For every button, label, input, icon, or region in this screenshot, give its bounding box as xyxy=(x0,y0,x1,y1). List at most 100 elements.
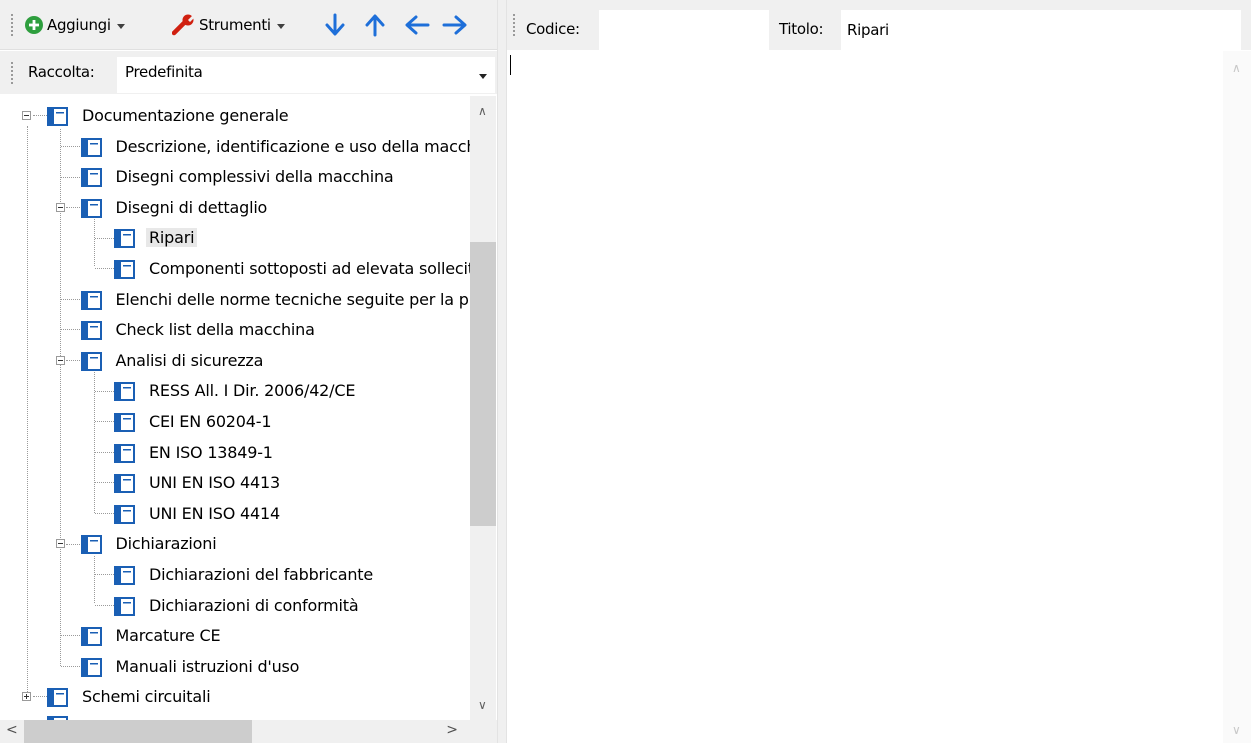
tree-node-label: Descrizione, identificazione e uso della… xyxy=(115,136,471,156)
title-input[interactable] xyxy=(841,10,1241,50)
chevron-down-icon xyxy=(276,23,285,29)
tree-node-label: CEI EN 60204-1 xyxy=(149,412,272,431)
move-left-button[interactable] xyxy=(404,0,430,50)
tree-node[interactable]: Manuali istruzioni d'uso xyxy=(0,652,470,682)
tree-node-label: Check list della macchina xyxy=(115,320,315,340)
tree-node[interactable]: Dichiarazioni xyxy=(0,529,470,559)
move-down-button[interactable] xyxy=(324,0,346,50)
document-header-bar: Codice: Titolo: xyxy=(507,0,1251,50)
tree-node[interactable]: Disegni complessivi della macchina xyxy=(0,162,470,192)
document-node-icon xyxy=(47,107,68,126)
tree-node-label: Dichiarazioni del fabbricante xyxy=(149,565,374,584)
tree-node-label: Analisi di sicurezza xyxy=(115,350,264,370)
scroll-left-arrow-icon[interactable]: < xyxy=(6,722,18,738)
tools-label: Strumenti xyxy=(199,16,271,34)
chevron-down-icon xyxy=(116,23,125,29)
tree-horizontal-scrollbar[interactable]: < > xyxy=(0,720,470,743)
scroll-up-arrow-icon[interactable]: ∧ xyxy=(1232,61,1241,75)
tree-vertical-scrollbar[interactable]: ∧ ∨ xyxy=(470,96,496,720)
tree-node-label: Ripari xyxy=(146,228,198,248)
collection-label: Raccolta: xyxy=(28,63,95,81)
tree-horizontal-scroll-thumb[interactable] xyxy=(24,720,252,743)
tree-node-label: Disegni di dettaglio xyxy=(115,197,268,217)
tree-node[interactable]: EN ISO 13849-1 xyxy=(0,438,470,468)
collapse-toggle[interactable] xyxy=(55,539,65,549)
wrench-icon xyxy=(172,14,196,36)
document-node-icon xyxy=(114,229,135,249)
add-label: Aggiungi xyxy=(47,16,111,34)
right-panel: Codice: Titolo: ∧ ∨ xyxy=(507,0,1251,743)
tree-node[interactable]: Marcature CE xyxy=(0,621,470,651)
document-node-icon xyxy=(80,290,102,310)
collapse-toggle[interactable] xyxy=(22,111,31,120)
tree-node-label: Documentazione generale xyxy=(82,106,289,125)
chevron-down-icon[interactable] xyxy=(479,74,487,79)
document-editor[interactable] xyxy=(507,51,1223,743)
scroll-up-arrow-icon[interactable]: ∧ xyxy=(478,104,487,118)
document-node-icon xyxy=(80,657,102,677)
editor-vertical-scrollbar[interactable]: ∧ ∨ xyxy=(1223,51,1251,743)
code-label: Codice: xyxy=(526,20,580,38)
tree-node-label: RESS All. I Dir. 2006/42/CE xyxy=(149,381,356,401)
document-node-icon xyxy=(80,168,102,188)
tree-node[interactable]: Schemi circuitali xyxy=(0,682,470,712)
document-node-icon xyxy=(80,535,102,555)
tree-node-label: UNI EN ISO 4414 xyxy=(149,503,280,523)
tree-node[interactable]: Documentazione generale xyxy=(0,101,470,131)
tree-node-label: Manuali istruzioni d'uso xyxy=(115,656,300,676)
tools-dropdown-button[interactable]: Strumenti xyxy=(172,0,285,50)
collection-select[interactable]: Predefinita xyxy=(117,57,495,93)
text-caret xyxy=(510,55,511,75)
document-node-icon xyxy=(80,351,102,371)
document-node-icon xyxy=(114,596,135,616)
plus-circle-icon xyxy=(25,16,43,34)
scroll-down-arrow-icon[interactable]: ∨ xyxy=(1232,723,1241,737)
tree-node[interactable]: RESS All. I Dir. 2006/42/CE xyxy=(0,376,470,406)
move-right-button[interactable] xyxy=(442,0,468,50)
tree-node-label: Disegni complessivi della macchina xyxy=(115,167,394,187)
document-node-icon xyxy=(80,321,102,341)
collapse-toggle[interactable] xyxy=(55,202,65,212)
tree-node-label: UNI EN ISO 4413 xyxy=(149,473,280,493)
document-tree[interactable]: Documentazione generale Descrizione, ide… xyxy=(0,96,497,743)
document-node-icon xyxy=(114,382,135,402)
collection-bar: Raccolta: Predefinita xyxy=(0,51,497,94)
tree-node[interactable]: CEI EN 60204-1 xyxy=(0,407,470,437)
add-dropdown-button[interactable]: Aggiungi xyxy=(24,0,125,50)
tree-node[interactable]: Analisi di sicurezza xyxy=(0,346,470,376)
collection-value: Predefinita xyxy=(125,63,203,81)
scrollbar-corner xyxy=(470,720,497,743)
document-node-icon xyxy=(80,198,102,218)
tree-node[interactable]: Check list della macchina xyxy=(0,315,470,345)
tree-node[interactable]: UNI EN ISO 4414 xyxy=(0,499,470,529)
code-input[interactable] xyxy=(599,10,769,50)
tree-node[interactable]: Elenchi delle norme tecniche seguite per… xyxy=(0,285,470,315)
toolbar-grip[interactable] xyxy=(11,14,14,36)
tree-node[interactable]: Dichiarazioni del fabbricante xyxy=(0,560,470,590)
panel-splitter[interactable] xyxy=(497,0,507,743)
header-grip[interactable] xyxy=(513,14,516,36)
tree-node-label: Schemi circuitali xyxy=(82,687,211,707)
collection-grip[interactable] xyxy=(11,62,14,84)
tree-node[interactable]: UNI EN ISO 4413 xyxy=(0,468,470,498)
document-node-icon xyxy=(80,137,102,157)
tree-node[interactable]: Componenti sottoposti ad elevata solleci… xyxy=(0,254,470,284)
toolbar: Aggiungi Strumenti xyxy=(0,0,497,50)
scroll-right-arrow-icon[interactable]: > xyxy=(446,722,458,738)
tree-node-label: Dichiarazioni xyxy=(115,534,217,554)
document-node-icon xyxy=(114,443,135,463)
tree-node[interactable]: Dichiarazioni di conformità xyxy=(0,591,470,621)
tree-node[interactable]: Descrizione, identificazione e uso della… xyxy=(0,132,470,162)
collapse-toggle[interactable] xyxy=(55,355,65,365)
tree-node-selected[interactable]: Ripari xyxy=(0,223,470,253)
document-node-icon xyxy=(114,504,135,524)
document-node-icon xyxy=(114,413,135,432)
tree-node-label: Elenchi delle norme tecniche seguite per… xyxy=(115,289,471,309)
expand-toggle[interactable] xyxy=(22,692,31,702)
tree-vertical-scroll-thumb[interactable] xyxy=(470,242,496,526)
scroll-down-arrow-icon[interactable]: ∨ xyxy=(478,698,487,712)
document-node-icon xyxy=(80,627,102,647)
move-up-button[interactable] xyxy=(364,0,386,50)
document-node-icon xyxy=(114,566,135,585)
tree-node[interactable]: Disegni di dettaglio xyxy=(0,193,470,223)
